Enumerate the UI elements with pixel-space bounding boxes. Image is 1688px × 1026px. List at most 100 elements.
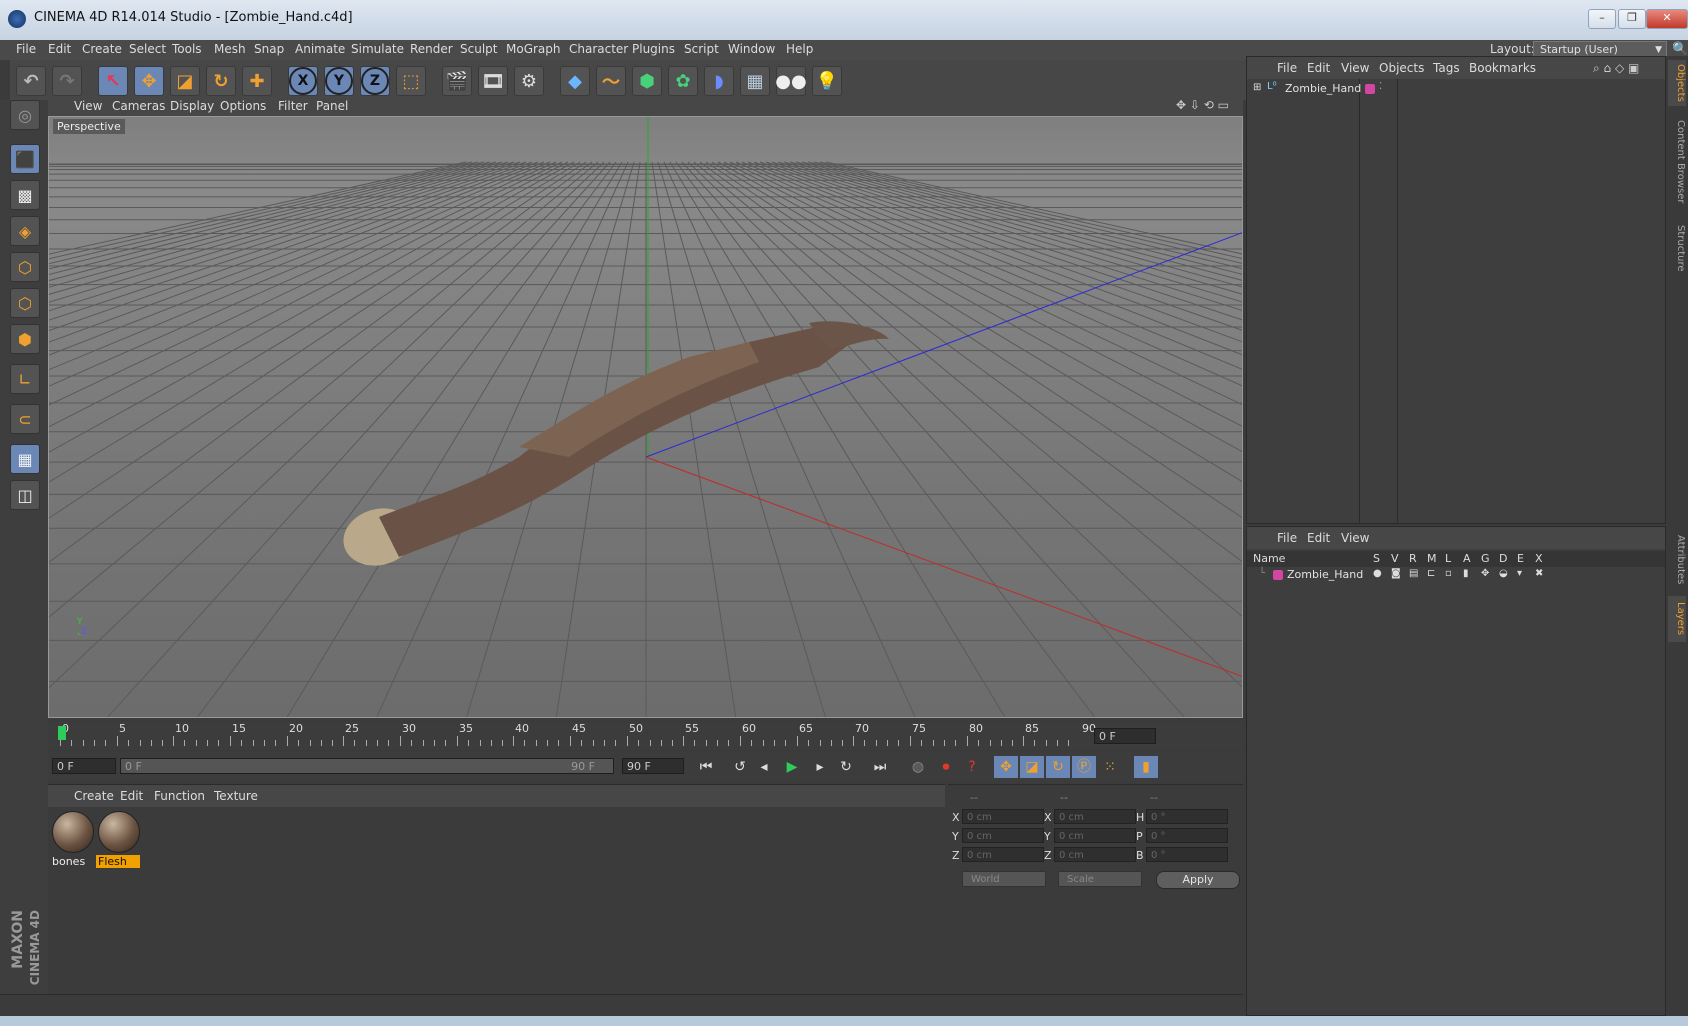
size-z-field[interactable]: 0 cm xyxy=(1054,847,1136,862)
menu-file[interactable]: File xyxy=(16,42,36,56)
scale-tool-icon[interactable]: ◪ xyxy=(170,66,200,96)
key-pla-icon[interactable]: ⁙ xyxy=(1098,756,1122,778)
close-button[interactable]: ✕ xyxy=(1646,9,1688,29)
timeline-ruler[interactable]: 051015202530354045505560657075808590 0 F xyxy=(48,722,1243,750)
layer-row[interactable]: └ Zombie_Hand ● ◙ ▤ ⊏ ▫ ▮ ✥ ◒ ▾ ✖ xyxy=(1247,567,1665,583)
objects-menu-edit[interactable]: Edit xyxy=(1307,61,1330,75)
move-tool-icon[interactable]: ✥ xyxy=(134,66,164,96)
coordinate-system-icon[interactable]: ⬚ xyxy=(396,66,426,96)
tab-attributes[interactable]: Attributes xyxy=(1668,530,1686,590)
make-editable-icon[interactable]: ◎ xyxy=(10,100,40,130)
tab-objects[interactable]: Objects xyxy=(1668,60,1686,106)
menu-snap[interactable]: Snap xyxy=(254,42,284,56)
floor-icon[interactable]: ▦ xyxy=(740,66,770,96)
autokey-icon[interactable]: ⏺ xyxy=(934,756,958,778)
snap-magnet-icon[interactable]: ⊂ xyxy=(10,404,40,434)
viewport-menu-display[interactable]: Display xyxy=(170,99,214,113)
manager-toggle-icon[interactable]: ⊏ xyxy=(1427,568,1435,579)
nurbs-icon[interactable]: ⬢ xyxy=(632,66,662,96)
material-swatch-selected[interactable]: Flesh xyxy=(96,809,140,869)
apply-button[interactable]: Apply xyxy=(1156,871,1240,889)
expand-icon[interactable]: ⊞ xyxy=(1253,82,1261,93)
visibility-dots-icon[interactable]: ⁚ xyxy=(1379,81,1382,92)
viewport-menu-filter[interactable]: Filter xyxy=(278,99,308,113)
object-row[interactable]: ⊞ L⁰ Zombie_Hand xyxy=(1251,79,1361,97)
material-menu-edit[interactable]: Edit xyxy=(120,789,143,803)
rot-h-field[interactable]: 0 ° xyxy=(1146,809,1228,824)
deformer-icon[interactable]: ◗ xyxy=(704,66,734,96)
xref-toggle-icon[interactable]: ✖ xyxy=(1535,568,1543,579)
playhead-marker[interactable] xyxy=(58,726,66,740)
minimize-button[interactable]: – xyxy=(1588,9,1616,29)
objects-menu-objects[interactable]: Objects xyxy=(1379,61,1424,75)
menu-help[interactable]: Help xyxy=(786,42,813,56)
tab-layers[interactable]: Layers xyxy=(1668,596,1686,642)
layer-color-swatch[interactable] xyxy=(1365,84,1375,94)
render-settings-icon[interactable]: ⚙ xyxy=(514,66,544,96)
material-menu-create[interactable]: Create xyxy=(74,789,114,803)
go-to-end-icon[interactable]: ⏭ xyxy=(868,756,892,778)
next-frame-icon[interactable]: ▸ xyxy=(808,756,832,778)
material-swatch[interactable]: bones xyxy=(50,809,94,869)
timeline-icon[interactable]: ▮ xyxy=(1134,756,1158,778)
deformer-toggle-icon[interactable]: ◒ xyxy=(1499,568,1508,579)
maximize-button[interactable]: ❐ xyxy=(1618,9,1646,29)
tab-structure[interactable]: Structure xyxy=(1668,218,1686,278)
spline-pen-icon[interactable]: 〜 xyxy=(596,66,626,96)
menu-edit[interactable]: Edit xyxy=(48,42,71,56)
menu-sculpt[interactable]: Sculpt xyxy=(460,42,497,56)
redo-icon[interactable]: ↷ xyxy=(52,66,82,96)
menu-simulate[interactable]: Simulate xyxy=(351,42,404,56)
coordinate-space-select[interactable]: World xyxy=(962,871,1046,887)
record-active-icon[interactable]: ◍ xyxy=(906,756,930,778)
model-mode-icon[interactable]: ⬛ xyxy=(10,144,40,174)
layers-menu-file[interactable]: File xyxy=(1277,531,1297,545)
viewport-nav-icons[interactable]: ✥ ⇩ ⟲ ▭ xyxy=(1176,98,1229,112)
solo-toggle-icon[interactable]: ● xyxy=(1373,568,1382,579)
lock-toggle-icon[interactable]: ▫ xyxy=(1445,568,1452,579)
key-scale-icon[interactable]: ◪ xyxy=(1020,756,1044,778)
rotate-tool-icon[interactable]: ↻ xyxy=(206,66,236,96)
menu-window[interactable]: Window xyxy=(728,42,775,56)
key-rotation-icon[interactable]: ↻ xyxy=(1046,756,1070,778)
points-mode-icon[interactable]: ⬡ xyxy=(10,252,40,282)
planar-workplane-icon[interactable]: ◫ xyxy=(10,480,40,510)
material-menu-texture[interactable]: Texture xyxy=(214,789,258,803)
viewport-menu-cameras[interactable]: Cameras xyxy=(112,99,165,113)
light-bulb-icon[interactable]: 💡 xyxy=(812,66,842,96)
end-frame-field[interactable]: 90 F xyxy=(622,758,684,774)
layers-menu-view[interactable]: View xyxy=(1341,531,1369,545)
animation-toggle-icon[interactable]: ▮ xyxy=(1463,568,1469,579)
size-y-field[interactable]: 0 cm xyxy=(1054,828,1136,843)
search-icon[interactable]: 🔍 xyxy=(1672,42,1688,57)
layer-color-swatch[interactable] xyxy=(1273,570,1283,580)
generator-toggle-icon[interactable]: ✥ xyxy=(1481,568,1489,579)
workplane-mode-icon[interactable]: ◈ xyxy=(10,216,40,246)
size-x-field[interactable]: 0 cm xyxy=(1054,809,1136,824)
menu-select[interactable]: Select xyxy=(129,42,166,56)
cube-primitive-icon[interactable]: ◆ xyxy=(560,66,590,96)
tab-content-browser[interactable]: Content Browser xyxy=(1668,112,1686,212)
menu-tools[interactable]: Tools xyxy=(172,42,202,56)
previous-key-icon[interactable]: ↺ xyxy=(728,756,752,778)
previous-frame-icon[interactable]: ◂ xyxy=(752,756,776,778)
objects-menu-bookmarks[interactable]: Bookmarks xyxy=(1469,61,1536,75)
viewport-menu-options[interactable]: Options xyxy=(220,99,266,113)
rot-b-field[interactable]: 0 ° xyxy=(1146,847,1228,862)
objects-menu-file[interactable]: File xyxy=(1277,61,1297,75)
material-menu-function[interactable]: Function xyxy=(154,789,205,803)
play-icon[interactable]: ▶ xyxy=(780,756,804,778)
z-axis-lock-icon[interactable]: Z xyxy=(360,66,390,96)
menu-create[interactable]: Create xyxy=(82,42,122,56)
axis-mode-icon[interactable]: ∟ xyxy=(10,364,40,394)
x-axis-lock-icon[interactable]: X xyxy=(288,66,318,96)
key-parameter-icon[interactable]: Ⓟ xyxy=(1072,756,1096,778)
camera-icon[interactable]: ●● xyxy=(775,66,807,96)
layers-menu-edit[interactable]: Edit xyxy=(1307,531,1330,545)
perspective-viewport[interactable]: Perspective Y ⌞Z xyxy=(48,116,1243,718)
expression-toggle-icon[interactable]: ▾ xyxy=(1517,568,1522,579)
next-key-icon[interactable]: ↻ xyxy=(834,756,858,778)
render-picture-viewer-icon[interactable]: 🎞 xyxy=(478,66,508,96)
range-slider[interactable]: 0 F 90 F xyxy=(120,758,614,774)
polygons-mode-icon[interactable]: ⬢ xyxy=(10,324,40,354)
